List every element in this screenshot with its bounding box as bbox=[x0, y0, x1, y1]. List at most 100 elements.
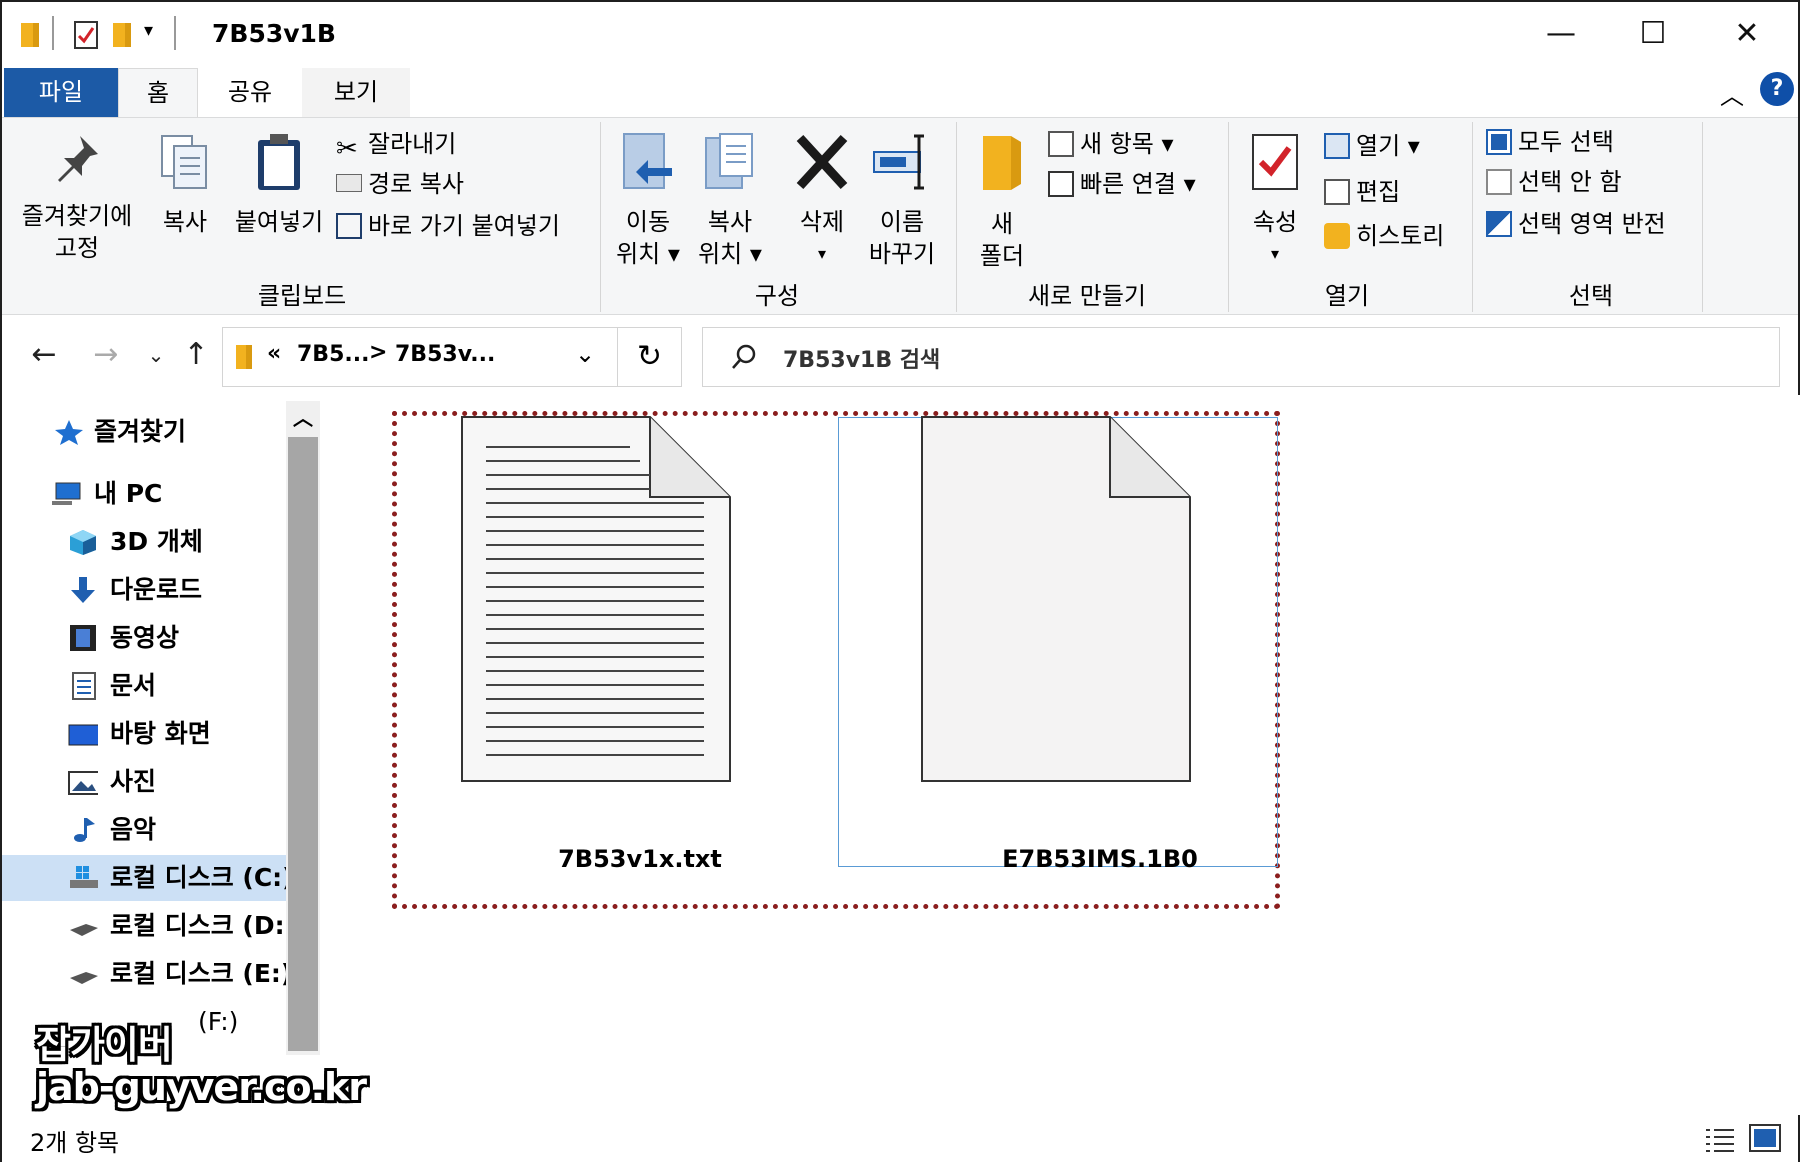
ribbon: 즐겨찾기에 고정 복사 붙여넣기 ✂ 잘라내기 경로 복사 바로 가기 붙여넣기… bbox=[2, 117, 1798, 315]
back-button[interactable]: ← bbox=[26, 337, 62, 372]
close-button[interactable]: ✕ bbox=[1702, 10, 1792, 60]
scroll-up-icon[interactable]: ︿ bbox=[286, 401, 320, 435]
tab-file[interactable]: 파일 bbox=[4, 68, 118, 118]
maximize-button[interactable]: ☐ bbox=[1608, 10, 1698, 60]
scroll-thumb[interactable] bbox=[288, 437, 318, 1051]
nav-item-quick-access[interactable]: 즐겨찾기 bbox=[2, 409, 286, 455]
invert-selection-button[interactable]: 선택 영역 반전 bbox=[1486, 206, 1666, 242]
select-all-button[interactable]: 모두 선택 bbox=[1486, 124, 1614, 160]
minimize-button[interactable]: — bbox=[1516, 10, 1606, 60]
new-folder-button[interactable]: 새 폴더 bbox=[966, 132, 1038, 272]
nav-item-drive-e[interactable]: 로컬 디스크 (E:) bbox=[2, 951, 292, 997]
collapse-ribbon-icon[interactable]: ︿ bbox=[1720, 76, 1744, 111]
watermark: 잡가이버 jab-guyver.co.kr bbox=[36, 1024, 367, 1108]
move-to-label-2: 위치 ▾ bbox=[616, 240, 680, 268]
rename-icon bbox=[873, 134, 924, 190]
copy-to-label-2: 위치 ▾ bbox=[698, 240, 762, 268]
delete-dropdown-icon[interactable]: ▾ bbox=[782, 238, 862, 270]
copy-path-button[interactable]: 경로 복사 bbox=[336, 166, 464, 202]
paste-shortcut-icon bbox=[336, 213, 362, 239]
explorer-window: ▾ 7B53v1B — ☐ ✕ 파일 홈 공유 보기 ︿ ? 즐겨찾기에 고정 bbox=[0, 0, 1800, 1164]
move-to-icon bbox=[623, 133, 672, 189]
nav-item-documents[interactable]: 문서 bbox=[2, 663, 286, 709]
open-group-label: 열기 bbox=[1324, 282, 1370, 310]
easy-access-icon bbox=[1048, 171, 1074, 197]
nav-item-drive-c[interactable]: 로컬 디스크 (C:) bbox=[2, 855, 294, 901]
rename-label-2: 바꾸기 bbox=[868, 240, 936, 268]
tab-share[interactable]: 공유 bbox=[200, 68, 300, 118]
pin-label: 즐겨찾기에 bbox=[21, 202, 133, 230]
nav-item-music[interactable]: 음악 bbox=[2, 807, 286, 853]
properties-quick-access-icon[interactable] bbox=[72, 20, 100, 50]
breadcrumb-separator[interactable]: > bbox=[369, 340, 387, 365]
forward-button[interactable]: → bbox=[88, 337, 124, 372]
group-separator bbox=[1228, 122, 1229, 312]
file-name: E7B53IMS.1B0 bbox=[1002, 845, 1198, 873]
nav-label: 내 PC bbox=[94, 479, 163, 508]
recent-locations-icon[interactable]: ⌄ bbox=[138, 343, 174, 367]
rename-button[interactable]: 이름 바꾸기 bbox=[862, 132, 942, 270]
pin-label-2: 고정 bbox=[54, 234, 100, 262]
address-row: ← → ⌄ ↑ « 7B5... > 7B53v... ⌄ ↻ 7B53v1B … bbox=[2, 315, 1798, 395]
nav-item-videos[interactable]: 동영상 bbox=[2, 615, 286, 661]
nav-item-this-pc[interactable]: 내 PC bbox=[2, 471, 286, 517]
nav-item-3d-objects[interactable]: 3D 개체 bbox=[2, 519, 286, 565]
up-button[interactable]: ↑ bbox=[178, 337, 214, 372]
nav-label: 3D 개체 bbox=[110, 527, 203, 556]
select-none-button[interactable]: 선택 안 함 bbox=[1486, 164, 1622, 200]
breadcrumb-overflow[interactable]: « bbox=[267, 341, 281, 366]
tab-home[interactable]: 홈 bbox=[118, 68, 198, 120]
paste-button[interactable]: 붙여넣기 bbox=[224, 132, 334, 238]
copy-to-label: 복사 bbox=[707, 208, 753, 236]
tab-view[interactable]: 보기 bbox=[302, 68, 410, 118]
nav-label: 로컬 디스크 (D:) bbox=[110, 911, 297, 940]
paste-shortcut-button[interactable]: 바로 가기 붙여넣기 bbox=[336, 208, 560, 244]
customize-quick-access-icon[interactable]: ▾ bbox=[144, 20, 153, 50]
delete-button[interactable]: 삭제 ▾ bbox=[782, 132, 862, 270]
copy-to-icon bbox=[705, 133, 753, 189]
breadcrumb-item[interactable]: 7B53v... bbox=[395, 342, 495, 367]
refresh-button[interactable]: ↻ bbox=[618, 327, 682, 387]
new-item-label: 새 항목 ▾ bbox=[1080, 130, 1174, 158]
search-box[interactable]: 7B53v1B 검색 bbox=[702, 327, 1780, 387]
drive-icon bbox=[70, 924, 98, 936]
new-item-button[interactable]: 새 항목 ▾ bbox=[1048, 126, 1174, 162]
nav-item-desktop[interactable]: 바탕 화면 bbox=[2, 711, 286, 757]
pin-to-quick-access-button[interactable]: 즐겨찾기에 고정 bbox=[12, 132, 142, 264]
nav-item-downloads[interactable]: 다운로드 bbox=[2, 567, 286, 613]
title-bar: ▾ 7B53v1B — ☐ ✕ bbox=[2, 2, 1798, 68]
nav-label: 음악 bbox=[110, 815, 157, 844]
nav-item-pictures[interactable]: 사진 bbox=[2, 759, 286, 805]
music-icon bbox=[74, 818, 95, 842]
nav-item-drive-d[interactable]: 로컬 디스크 (D:) bbox=[2, 903, 296, 949]
nav-scrollbar[interactable]: ︿ bbox=[286, 401, 320, 1055]
help-icon[interactable]: ? bbox=[1760, 72, 1794, 106]
properties-dropdown-icon[interactable]: ▾ bbox=[1238, 238, 1312, 270]
address-bar[interactable]: « 7B5... > 7B53v... ⌄ bbox=[222, 327, 618, 387]
file-item[interactable]: E7B53IMS.1B0 bbox=[840, 415, 1280, 873]
breadcrumb-item[interactable]: 7B5... bbox=[297, 342, 369, 367]
large-icons-view-icon[interactable] bbox=[1748, 1123, 1782, 1153]
history-button[interactable]: 히스토리 bbox=[1324, 218, 1444, 254]
properties-button[interactable]: 속성 ▾ bbox=[1238, 132, 1312, 270]
blank-file-icon bbox=[921, 416, 1191, 782]
file-item[interactable]: 7B53v1x.txt bbox=[420, 415, 860, 873]
group-separator bbox=[1472, 122, 1473, 312]
cut-button[interactable]: ✂ 잘라내기 bbox=[336, 126, 456, 162]
move-to-button[interactable]: 이동 위치 ▾ bbox=[608, 132, 688, 270]
new-folder-quick-access-icon[interactable] bbox=[110, 20, 136, 50]
easy-access-button[interactable]: 빠른 연결 ▾ bbox=[1048, 166, 1196, 202]
details-view-icon[interactable] bbox=[1704, 1125, 1736, 1153]
copy-to-button[interactable]: 복사 위치 ▾ bbox=[690, 132, 770, 270]
open-button[interactable]: 열기 ▾ bbox=[1324, 128, 1420, 164]
paste-label: 붙여넣기 bbox=[234, 208, 324, 236]
address-dropdown-icon[interactable]: ⌄ bbox=[575, 340, 595, 368]
move-to-label: 이동 bbox=[625, 208, 671, 236]
file-list-area[interactable]: 7B53v1x.txt E7B53IMS.1B0 bbox=[320, 395, 1800, 1115]
navigation-pane: 즐겨찾기 내 PC 3D 개체 다운로드 동영상 문서 바탕 화면 사진 음악 … bbox=[2, 395, 320, 1115]
new-folder-label: 새 bbox=[990, 210, 1014, 238]
history-label: 히스토리 bbox=[1356, 222, 1445, 250]
edit-button[interactable]: 편집 bbox=[1324, 174, 1400, 210]
file-name: 7B53v1x.txt bbox=[558, 845, 722, 873]
copy-button[interactable]: 복사 bbox=[152, 132, 218, 238]
